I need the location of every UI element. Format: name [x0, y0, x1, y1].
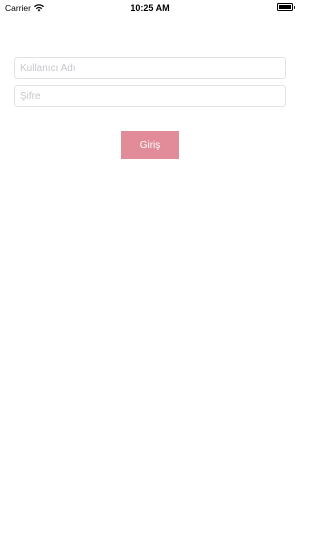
username-field-container	[14, 57, 286, 79]
status-bar: Carrier 10:25 AM	[0, 0, 300, 16]
battery-body	[277, 3, 293, 11]
battery-tip	[293, 5, 295, 9]
status-time: 10:25 AM	[130, 3, 170, 13]
password-field-container	[14, 85, 286, 107]
battery-fill	[279, 5, 291, 9]
login-button[interactable]: Giriş	[121, 131, 179, 159]
battery-icon	[277, 3, 296, 11]
username-input[interactable]	[15, 58, 285, 79]
password-input[interactable]	[15, 86, 285, 107]
login-screen: Carrier 10:25 AM Giriş	[0, 0, 300, 533]
